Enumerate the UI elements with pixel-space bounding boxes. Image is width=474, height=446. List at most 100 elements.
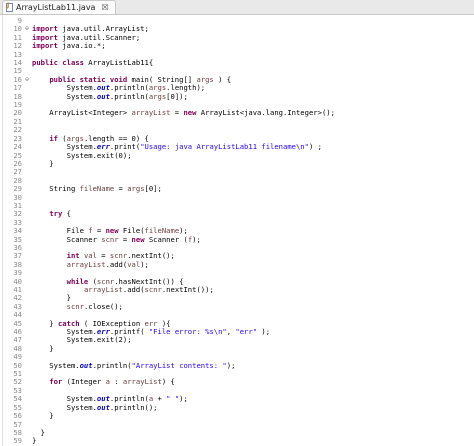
variable-token: arrayList: [131, 108, 171, 118]
code-token: .nextInt());: [161, 285, 214, 294]
code-token: ) ;: [308, 142, 322, 152]
keyword-token: for: [49, 377, 63, 387]
code-line[interactable]: 20 ArrayList<Integer> arrayList = new Ar…: [0, 109, 474, 118]
code-line[interactable]: 32 try {: [0, 209, 474, 218]
code-token: .close();: [83, 301, 123, 311]
code-token: =: [170, 108, 184, 118]
keyword-token: new: [131, 234, 145, 244]
code-token: .println();: [109, 402, 158, 412]
code-line[interactable]: 35 Scanner scnr = new Scanner (f);: [0, 234, 474, 244]
code-line[interactable]: 57: [0, 420, 474, 429]
tab-title: ArrayListLab11.java: [16, 3, 96, 12]
variable-token: val: [127, 259, 141, 269]
variable-token: arrayList: [66, 259, 106, 269]
code-token: );: [179, 394, 188, 404]
code-token: System.: [32, 360, 80, 370]
code-token: (Integer: [62, 377, 106, 387]
code-token: .add(: [105, 259, 128, 269]
code-token: }: [32, 158, 54, 168]
code-line[interactable]: 41 arrayList.add(scnr.nextInt());: [0, 285, 474, 294]
code-token: );: [226, 360, 236, 370]
code-token: }: [32, 436, 37, 446]
code-line[interactable]: 55 System.out.println();: [0, 402, 474, 412]
code-line[interactable]: 43 scnr.close();: [0, 301, 474, 311]
field-token: out: [96, 402, 110, 412]
code-line[interactable]: 50 System.out.println("ArrayList content…: [0, 360, 474, 370]
string-token: " ": [166, 394, 180, 404]
string-token: "err": [235, 327, 258, 337]
code-text: String fileName = args[0];: [30, 184, 162, 194]
code-text: System.out.println("ArrayList contents: …: [30, 360, 236, 370]
code-line[interactable]: 56 }: [0, 411, 474, 420]
code-token: ) {: [161, 377, 175, 387]
code-text: }: [30, 411, 53, 420]
code-line[interactable]: 30: [0, 193, 474, 202]
code-token: }: [32, 343, 54, 353]
code-token: ArrayList<Integer>: [32, 108, 132, 118]
variable-token: arrayList: [83, 285, 123, 294]
code-token: =: [118, 234, 132, 244]
code-text: ArrayList<Integer> arrayList = new Array…: [30, 109, 335, 117]
code-line[interactable]: 48 }: [0, 343, 474, 353]
code-line[interactable]: 31: [0, 201, 474, 210]
code-text: try {: [30, 210, 71, 218]
keyword-token: new: [183, 108, 197, 118]
java-file-icon: [6, 2, 13, 12]
code-line[interactable]: 47 System.exit(2);: [0, 335, 474, 345]
variable-token: arrayList: [122, 377, 162, 387]
code-text: for (Integer a : arrayList) {: [30, 378, 175, 386]
code-text: }: [30, 158, 54, 168]
code-line[interactable]: 14 public class ArrayListLab11{: [0, 58, 474, 67]
field-token: out: [79, 360, 93, 370]
code-line[interactable]: 21: [0, 117, 474, 126]
code-token: [0]);: [166, 91, 188, 101]
code-token: Scanner (: [144, 234, 188, 244]
code-line[interactable]: 58 }: [0, 428, 474, 437]
variable-token: args: [127, 184, 145, 194]
code-token: .println(: [109, 91, 149, 101]
variable-token: scnr: [66, 301, 84, 311]
code-line[interactable]: 12 import java.io.*;: [0, 41, 474, 50]
code-text: import java.io.*;: [30, 42, 106, 50]
code-token: );: [140, 259, 149, 269]
string-token: "File error: %s\n": [148, 327, 227, 337]
code-text: public class ArrayListLab11{: [30, 58, 153, 67]
code-token: .add(: [122, 285, 145, 294]
code-token: Scanner: [32, 234, 102, 244]
code-token: exit(2);: [96, 335, 132, 345]
code-token: ArrayList<java.lang.Integer>();: [196, 108, 335, 118]
code-token: ) {: [213, 74, 232, 84]
code-token: System.: [32, 91, 97, 101]
editor-tab-bar: ArrayListLab11.java ☒: [0, 0, 474, 15]
code-editor[interactable]: 9 10 ⊖ import java.util.ArrayList; 11 import …: [0, 15, 474, 446]
code-token: {: [62, 209, 71, 219]
code-token: :: [109, 377, 123, 387]
string-token: "ArrayList contents: ": [131, 360, 227, 370]
code-line[interactable]: 29 String fileName = args[0];: [0, 184, 474, 194]
keyword-token: try: [49, 209, 63, 219]
code-line[interactable]: 18 System.out.println(args[0]);: [0, 91, 474, 101]
string-token: "Usage: java ArrayListLab11 filename\n": [140, 142, 309, 152]
code-line[interactable]: 25 System.exit(0);: [0, 150, 474, 160]
code-token: exit(0);: [96, 150, 132, 160]
tab-arraylistlab11[interactable]: ArrayListLab11.java ☒: [2, 0, 116, 14]
code-line[interactable]: 27: [0, 167, 474, 176]
code-token: java.io.*;: [62, 41, 106, 51]
code-text: arrayList.add(val);: [30, 259, 149, 269]
variable-token: scnr: [101, 234, 119, 244]
variable-token: args: [148, 91, 167, 101]
code-token: );: [257, 327, 271, 337]
code-line[interactable]: 26 }: [0, 158, 474, 168]
code-line[interactable]: 38 arrayList.add(val);: [0, 259, 474, 269]
code-text: Scanner scnr = new Scanner (f);: [30, 234, 201, 244]
code-line[interactable]: 52 for (Integer a : arrayList) {: [0, 378, 474, 387]
code-token: String: [32, 184, 80, 194]
close-tab-icon[interactable]: ☒: [101, 3, 108, 12]
